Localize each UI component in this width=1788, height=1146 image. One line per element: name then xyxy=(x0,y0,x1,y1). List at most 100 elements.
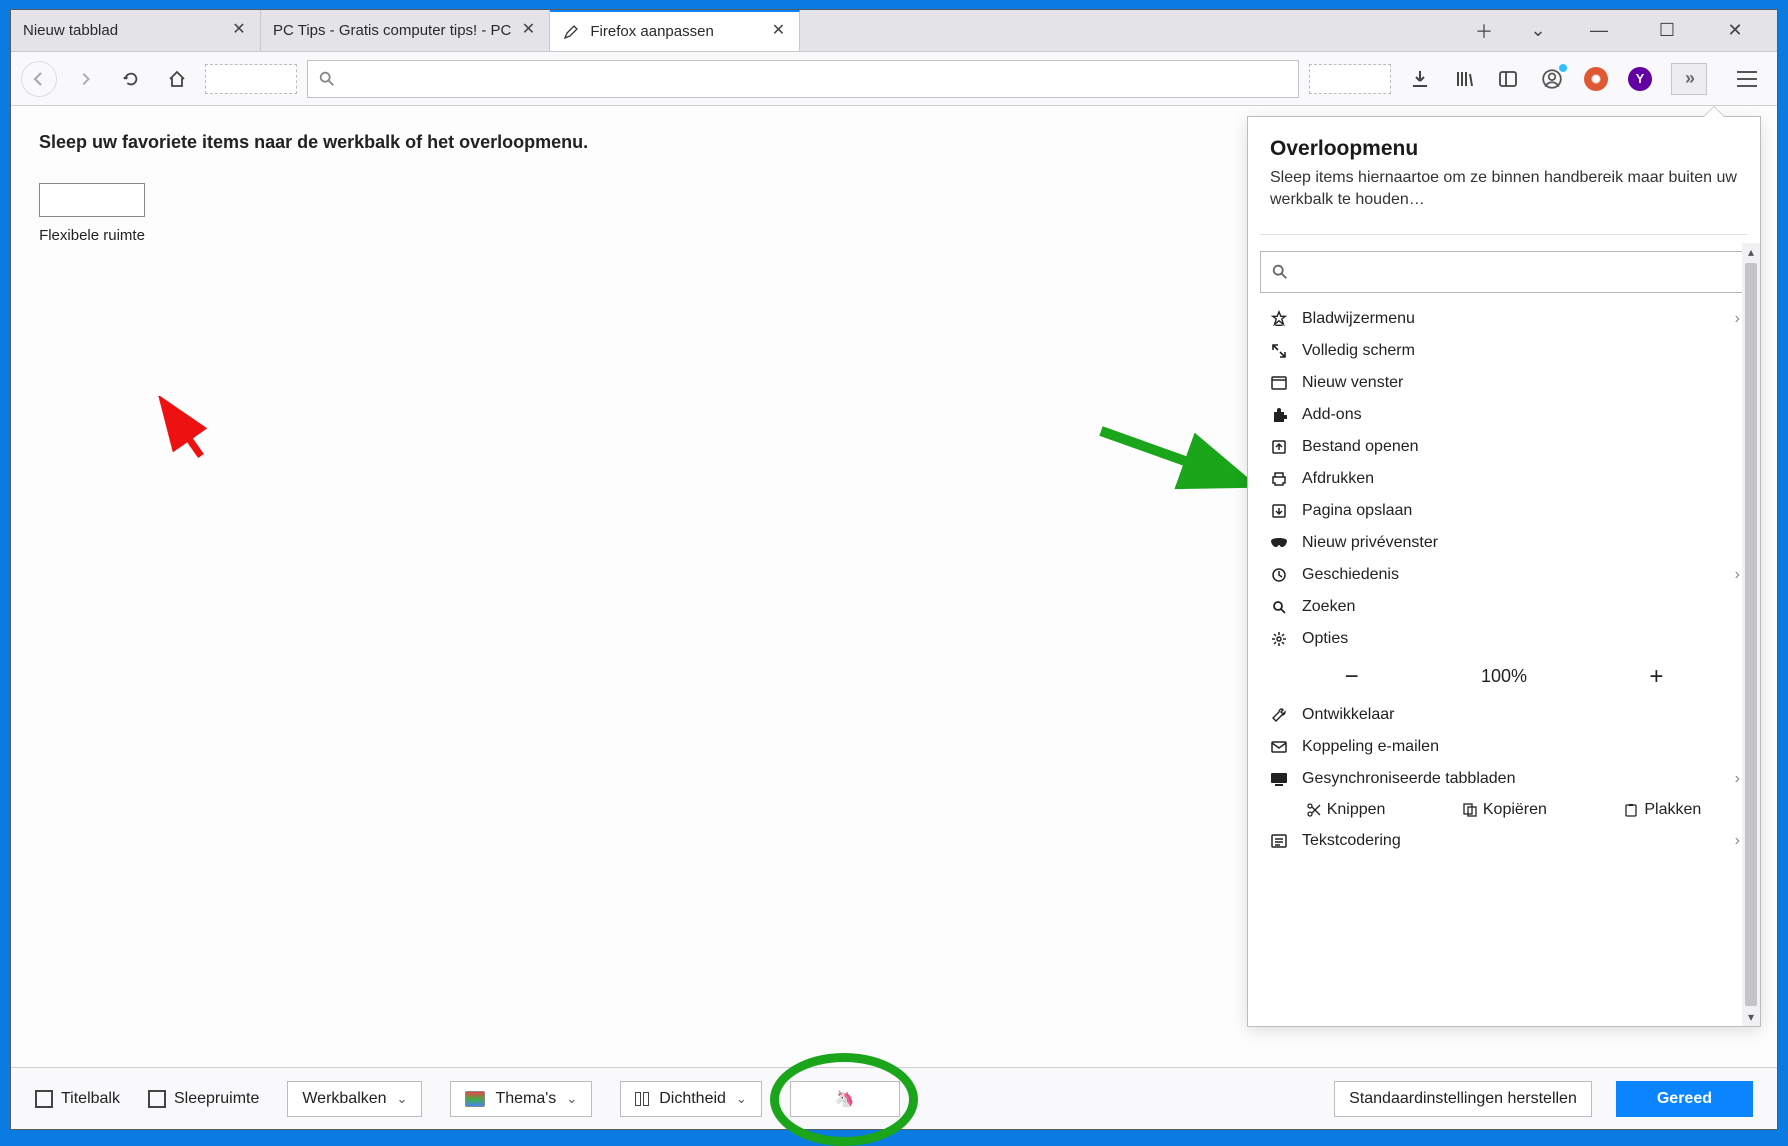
restore-defaults-button[interactable]: Standaardinstellingen herstellen xyxy=(1334,1081,1592,1117)
paste-button[interactable]: Plakken xyxy=(1624,801,1701,819)
encoding-icon xyxy=(1268,830,1290,852)
overflow-item-synctabs[interactable]: Gesynchroniseerde tabbladen› xyxy=(1260,763,1748,795)
chevron-right-icon: › xyxy=(1735,832,1740,850)
extension-icon-duckduckgo[interactable] xyxy=(1583,66,1609,92)
customize-instruction: Sleep uw favoriete items naar de werkbal… xyxy=(39,132,1219,153)
overflow-search-input[interactable] xyxy=(1260,251,1748,293)
mail-icon xyxy=(1268,736,1290,758)
device-icon xyxy=(1268,768,1290,790)
close-icon[interactable]: ✕ xyxy=(519,22,537,40)
overflow-zoom-controls: − 100% + xyxy=(1260,655,1748,699)
scroll-thumb[interactable] xyxy=(1745,263,1757,1006)
customize-main: Sleep uw favoriete items naar de werkbal… xyxy=(11,106,1777,1067)
toolbars-dropdown[interactable]: Werkbalken⌄ xyxy=(287,1081,422,1117)
tab-new[interactable]: Nieuw tabblad ✕ xyxy=(11,10,261,51)
unicorn-button[interactable]: 🦄 xyxy=(790,1081,900,1117)
window-minimize-icon[interactable]: — xyxy=(1581,20,1617,42)
density-icon xyxy=(635,1092,649,1106)
print-icon xyxy=(1268,468,1290,490)
customize-space-placeholder[interactable] xyxy=(205,64,297,94)
search-icon xyxy=(1268,596,1290,618)
account-icon[interactable] xyxy=(1539,66,1565,92)
tab-customize[interactable]: Firefox aanpassen ✕ xyxy=(550,10,800,51)
clock-icon xyxy=(1268,564,1290,586)
overflow-item-fullscreen[interactable]: Volledig scherm xyxy=(1260,335,1748,367)
sidebar-icon[interactable] xyxy=(1495,66,1521,92)
customize-space-placeholder[interactable] xyxy=(1309,64,1391,94)
flexible-space-box xyxy=(39,183,145,217)
new-tab-button[interactable]: ＋ xyxy=(1473,20,1495,42)
tab-strip: Nieuw tabblad ✕ PC Tips - Gratis compute… xyxy=(11,10,1777,52)
chevron-right-icon: › xyxy=(1735,566,1740,584)
clipboard-icon xyxy=(1624,803,1638,817)
overflow-item-email[interactable]: Koppeling e-mailen xyxy=(1260,731,1748,763)
unicorn-icon: 🦄 xyxy=(835,1089,855,1109)
tab-label: PC Tips - Gratis computer tips! - PC xyxy=(273,22,511,39)
scroll-up-icon[interactable]: ▴ xyxy=(1742,243,1760,261)
forward-button[interactable] xyxy=(67,61,103,97)
app-menu-button[interactable] xyxy=(1733,65,1761,93)
mask-icon xyxy=(1268,532,1290,554)
overflow-item-bookmarks[interactable]: Bladwijzermenu› xyxy=(1260,303,1748,335)
zoom-in-button[interactable]: + xyxy=(1642,663,1670,691)
downloads-icon[interactable] xyxy=(1407,66,1433,92)
annotation-red-arrow-icon xyxy=(156,396,216,466)
navigation-toolbar: Y » xyxy=(11,52,1777,106)
reload-button[interactable] xyxy=(113,61,149,97)
overflow-title: Overloopmenu xyxy=(1270,137,1738,161)
tab-label: Firefox aanpassen xyxy=(590,23,761,40)
themes-dropdown[interactable]: Thema's⌄ xyxy=(450,1081,592,1117)
overflow-item-savepage[interactable]: Pagina opslaan xyxy=(1260,495,1748,527)
scrollbar[interactable]: ▴ ▾ xyxy=(1742,243,1760,1026)
chevron-down-icon: ⌄ xyxy=(736,1091,747,1107)
window-close-icon[interactable]: ✕ xyxy=(1717,20,1753,42)
dragspace-checkbox[interactable]: Sleepruimte xyxy=(148,1090,259,1108)
save-icon xyxy=(1268,500,1290,522)
overflow-description: Sleep items hiernaartoe om ze binnen han… xyxy=(1270,167,1738,212)
chevron-right-icon: › xyxy=(1735,770,1740,788)
scroll-down-icon[interactable]: ▾ xyxy=(1742,1008,1760,1026)
titlebar-checkbox[interactable]: Titelbalk xyxy=(35,1090,120,1108)
scissors-icon xyxy=(1307,803,1321,817)
fullscreen-icon xyxy=(1268,340,1290,362)
tab-pctips[interactable]: PC Tips - Gratis computer tips! - PC ✕ xyxy=(261,10,550,51)
home-button[interactable] xyxy=(159,61,195,97)
overflow-item-history[interactable]: Geschiedenis› xyxy=(1260,559,1748,591)
zoom-out-button[interactable]: − xyxy=(1338,663,1366,691)
overflow-button[interactable]: » xyxy=(1671,63,1707,95)
overflow-item-developer[interactable]: Ontwikkelaar xyxy=(1260,699,1748,731)
overflow-item-openfile[interactable]: Bestand openen xyxy=(1260,431,1748,463)
overflow-item-encoding[interactable]: Tekstcodering› xyxy=(1260,825,1748,857)
search-icon xyxy=(318,70,336,88)
url-bar[interactable] xyxy=(307,60,1299,98)
overflow-item-print[interactable]: Afdrukken xyxy=(1260,463,1748,495)
annotation-green-arrow-icon xyxy=(1096,421,1256,511)
extension-icon-y[interactable]: Y xyxy=(1627,66,1653,92)
flexible-space-label: Flexibele ruimte xyxy=(39,227,145,244)
back-button[interactable] xyxy=(21,61,57,97)
overflow-item-addons[interactable]: Add-ons xyxy=(1260,399,1748,431)
density-dropdown[interactable]: Dichtheid⌄ xyxy=(620,1081,762,1117)
overflow-menu-panel: Overloopmenu Sleep items hiernaartoe om … xyxy=(1247,116,1761,1027)
theme-icon xyxy=(465,1091,485,1107)
customize-footer: Titelbalk Sleepruimte Werkbalken⌄ Thema'… xyxy=(11,1067,1777,1129)
bookmark-star-icon xyxy=(1268,308,1290,330)
cut-button[interactable]: Knippen xyxy=(1307,801,1386,819)
flexible-space-item[interactable]: Flexibele ruimte xyxy=(39,183,145,244)
window-maximize-icon[interactable]: ☐ xyxy=(1649,20,1685,42)
copy-button[interactable]: Kopiëren xyxy=(1463,801,1547,819)
wrench-icon xyxy=(1268,704,1290,726)
overflow-item-newwindow[interactable]: Nieuw venster xyxy=(1260,367,1748,399)
chevron-down-icon: ⌄ xyxy=(566,1091,577,1107)
all-tabs-button[interactable]: ⌄ xyxy=(1527,20,1549,42)
close-icon[interactable]: ✕ xyxy=(769,23,787,41)
window-icon xyxy=(1268,372,1290,394)
overflow-item-options[interactable]: Opties xyxy=(1260,623,1748,655)
done-button[interactable]: Gereed xyxy=(1616,1081,1753,1117)
chevron-down-icon: ⌄ xyxy=(397,1091,408,1107)
overflow-item-private[interactable]: Nieuw privévenster xyxy=(1260,527,1748,559)
overflow-item-search[interactable]: Zoeken xyxy=(1260,591,1748,623)
tab-label: Nieuw tabblad xyxy=(23,22,222,39)
library-icon[interactable] xyxy=(1451,66,1477,92)
close-icon[interactable]: ✕ xyxy=(230,22,248,40)
